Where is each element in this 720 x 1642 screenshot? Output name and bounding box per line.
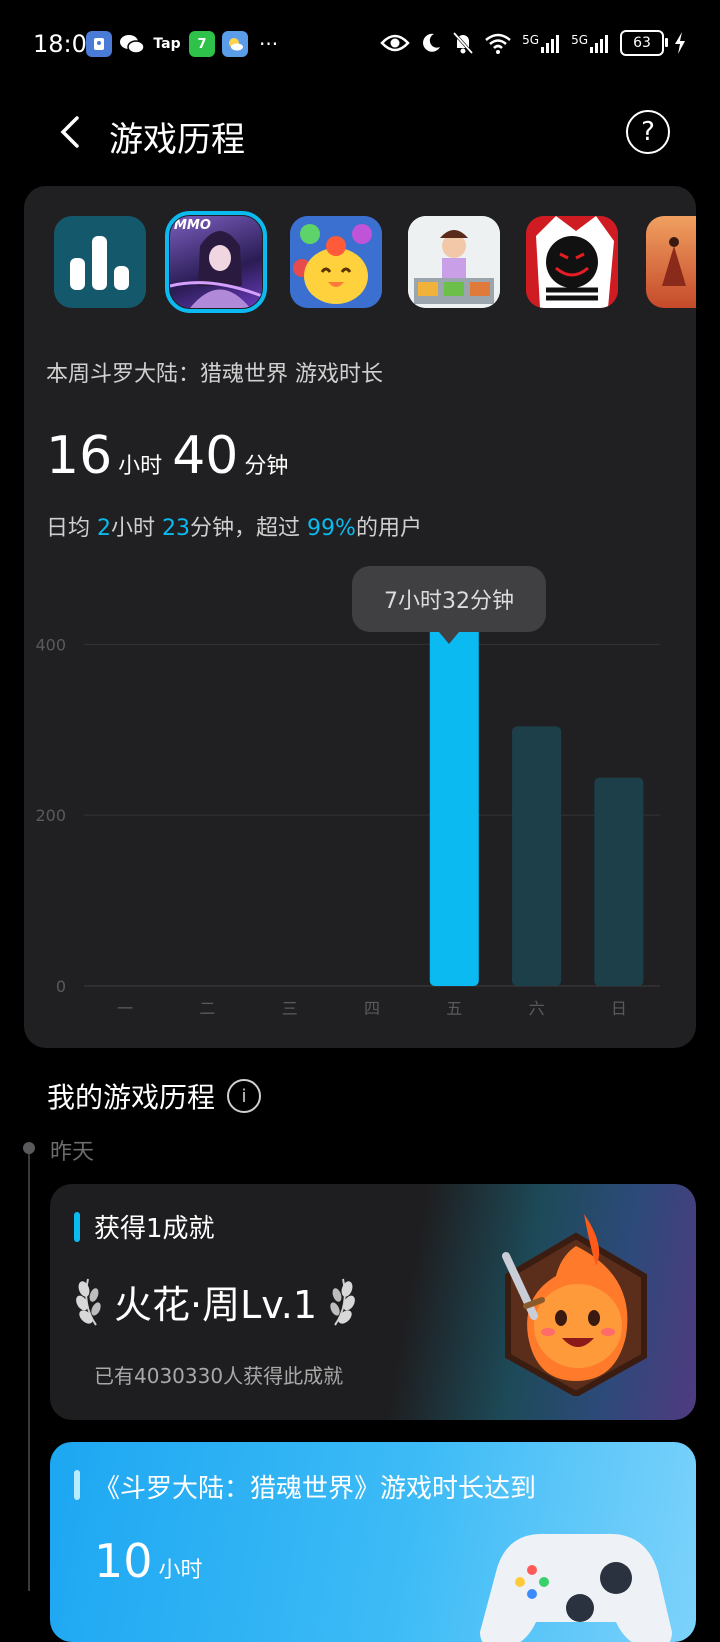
bar (429, 599, 479, 986)
cooking-game-icon[interactable] (408, 216, 500, 308)
page-title: 游戏历程 (109, 120, 245, 160)
y-tick-label: 200 (35, 806, 66, 825)
x-tick-label: 日 (611, 999, 627, 1018)
achievement-title: 获得1成就 (94, 1214, 215, 1244)
laurel-left-icon (76, 1278, 101, 1326)
signal-2-icon: 5G (571, 33, 610, 53)
red-black-game-icon[interactable] (526, 216, 618, 308)
x-tick-label: 二 (199, 999, 215, 1018)
achievement-card[interactable]: 获得1成就 火花·周Lv.1 已有4030330人获得此成就 (50, 1184, 696, 1420)
stats-game-icon[interactable] (54, 216, 146, 308)
sky-game-icon[interactable] (646, 216, 696, 308)
chick-game-icon[interactable] (290, 216, 382, 308)
milestone-title: 《斗罗大陆：猎魂世界》游戏时长达到 (94, 1474, 537, 1504)
status-bar: 18:06 Tap 7 ··· 5G 5G 63 (0, 0, 720, 92)
achievement-name: 火花·周Lv.1 (74, 1274, 357, 1329)
milestone-value: 10 小时 (94, 1534, 203, 1588)
signal-1-icon: 5G (522, 33, 561, 53)
mmo-badge: MMO (174, 218, 211, 233)
info-icon[interactable]: i (227, 1079, 262, 1113)
vpn-app-icon (86, 31, 112, 57)
wechat-icon (119, 31, 145, 57)
timeline-line (28, 1150, 30, 1591)
game-selector[interactable]: MMO (54, 211, 696, 316)
moon-icon (423, 33, 441, 52)
fire-mascot-icon (502, 1214, 647, 1396)
x-tick-label: 六 (529, 999, 545, 1018)
system-icons: 5G 5G 63 (380, 30, 686, 56)
playtime-milestone-card[interactable]: 《斗罗大陆：猎魂世界》游戏时长达到 10 小时 (50, 1442, 696, 1642)
page-header: 游戏历程 ? (0, 92, 720, 172)
weather-icon (222, 31, 248, 57)
taptap-icon: Tap (153, 36, 181, 52)
y-tick-label: 0 (56, 977, 66, 996)
seven-app-icon: 7 (189, 31, 215, 57)
eye-icon (380, 34, 410, 52)
gamepad-icon (480, 1533, 672, 1642)
weekly-bar-chart: 0 200 400 一 二 三 四 五 六 日 7小时32分钟 (24, 556, 696, 1036)
wifi-icon (485, 33, 511, 54)
week-label: 本周斗罗大陆：猎魂世界 游戏时长 (46, 362, 384, 387)
x-tick-label: 一 (117, 999, 133, 1018)
mute-bell-icon (453, 31, 474, 55)
douluo-game-icon[interactable]: MMO (165, 211, 267, 313)
bar (594, 777, 644, 986)
total-playtime: 16 小时 40 分钟 (46, 426, 289, 486)
x-tick-label: 三 (282, 999, 298, 1018)
x-tick-label: 五 (446, 999, 462, 1018)
x-tick-label: 四 (364, 999, 380, 1018)
bar-tooltip: 7小时32分钟 (352, 566, 546, 644)
accent-bar (74, 1212, 80, 1242)
battery-icon: 63 (620, 30, 668, 56)
achievement-subtitle: 已有4030330人获得此成就 (94, 1364, 344, 1388)
average-playtime: 日均 2小时 23分钟，超过 99%的用户 (46, 516, 422, 541)
laurel-right-icon (330, 1278, 355, 1326)
notification-icons: Tap 7 ··· (86, 31, 278, 57)
more-notifications-icon: ··· (259, 32, 279, 56)
chevron-left-icon (60, 116, 79, 148)
charging-icon (675, 32, 685, 54)
y-tick-label: 400 (35, 635, 66, 654)
help-button[interactable]: ? (626, 110, 670, 154)
history-section-title: 我的游戏历程 i (47, 1076, 262, 1116)
weekly-stats-card: MMO 本周斗罗大陆：猎魂世界 游戏时长 16 小时 40 分钟 日均 2小时 23分… (24, 186, 696, 1048)
back-button[interactable] (55, 112, 89, 152)
bar (512, 726, 562, 986)
day-label: 昨天 (50, 1140, 95, 1165)
timeline-dot (23, 1142, 35, 1154)
accent-bar (74, 1470, 80, 1500)
